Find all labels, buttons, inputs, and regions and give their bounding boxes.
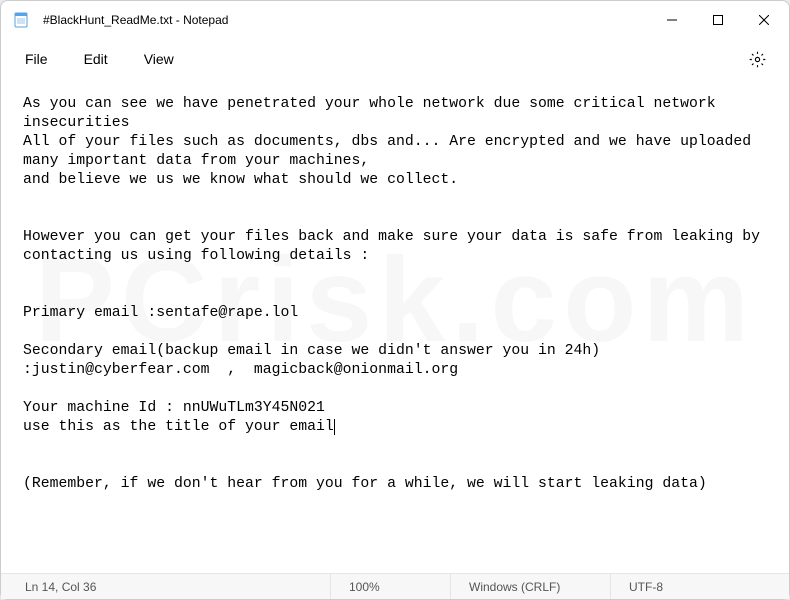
notepad-window: PCrisk.com #BlackHunt_ReadMe.txt - Notep… [0, 0, 790, 600]
menu-edit[interactable]: Edit [66, 43, 126, 75]
text-line: However you can get your files back and … [23, 229, 769, 264]
text-line: and believe we us we know what should we… [23, 172, 458, 188]
titlebar: #BlackHunt_ReadMe.txt - Notepad [1, 1, 789, 39]
settings-button[interactable] [739, 41, 775, 77]
status-encoding: UTF-8 [611, 574, 789, 599]
text-line: All of your files such as documents, dbs… [23, 134, 760, 169]
menu-view[interactable]: View [126, 43, 192, 75]
menubar: File Edit View [1, 39, 789, 79]
text-line: Your machine Id : nnUWuTLm3Y45N021 [23, 400, 325, 416]
text-line: As you can see we have penetrated your w… [23, 96, 725, 131]
status-cursor: Ln 14, Col 36 [1, 574, 331, 599]
text-caret [334, 419, 335, 435]
maximize-button[interactable] [695, 4, 741, 36]
statusbar: Ln 14, Col 36 100% Windows (CRLF) UTF-8 [1, 573, 789, 599]
close-button[interactable] [741, 4, 787, 36]
status-line-ending: Windows (CRLF) [451, 574, 611, 599]
notepad-icon [13, 12, 29, 28]
minimize-button[interactable] [649, 4, 695, 36]
text-line: (Remember, if we don't hear from you for… [23, 476, 707, 492]
window-title: #BlackHunt_ReadMe.txt - Notepad [43, 13, 228, 27]
text-editor[interactable]: As you can see we have penetrated your w… [1, 79, 789, 573]
status-zoom[interactable]: 100% [331, 574, 451, 599]
text-line: use this as the title of your email [23, 419, 334, 435]
text-line: Secondary email(backup email in case we … [23, 343, 609, 378]
menu-file[interactable]: File [7, 43, 66, 75]
text-line: Primary email :sentafe@rape.lol [23, 305, 298, 321]
